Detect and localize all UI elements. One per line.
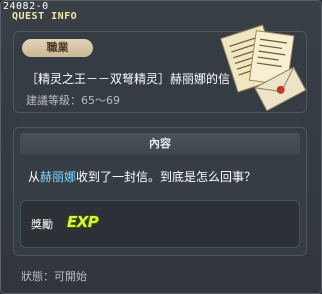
content-text: 从赫丽娜收到了一封信。到底是怎么回事？ xyxy=(28,168,256,185)
quest-info-window: 24082-0 QUEST INFO 職業 ［精灵之王－－双弩精灵］赫丽娜的信 … xyxy=(0,0,322,294)
content-text-after: 收到了一封信。到底是怎么回事？ xyxy=(76,170,257,184)
window-title: QUEST INFO xyxy=(12,11,78,22)
content-text-before: 从 xyxy=(28,170,41,184)
content-header: 內容 xyxy=(20,133,300,155)
reward-label: 獎勵 xyxy=(31,218,53,231)
reward-panel: 獎勵 EXP xyxy=(20,200,300,248)
npc-name: 赫丽娜 xyxy=(40,170,77,184)
quest-status: 狀態：可開始 xyxy=(21,270,87,283)
job-badge: 職業 xyxy=(22,39,93,57)
quest-name: ［精灵之王－－双弩精灵］赫丽娜的信 xyxy=(26,72,231,86)
exp-icon: EXP xyxy=(67,213,99,231)
recommended-level: 建議等級：65～69 xyxy=(26,94,120,107)
letters-scroll-icon xyxy=(220,24,307,111)
content-panel: 內容 从赫丽娜收到了一封信。到底是怎么回事？ 獎勵 EXP xyxy=(13,127,307,256)
